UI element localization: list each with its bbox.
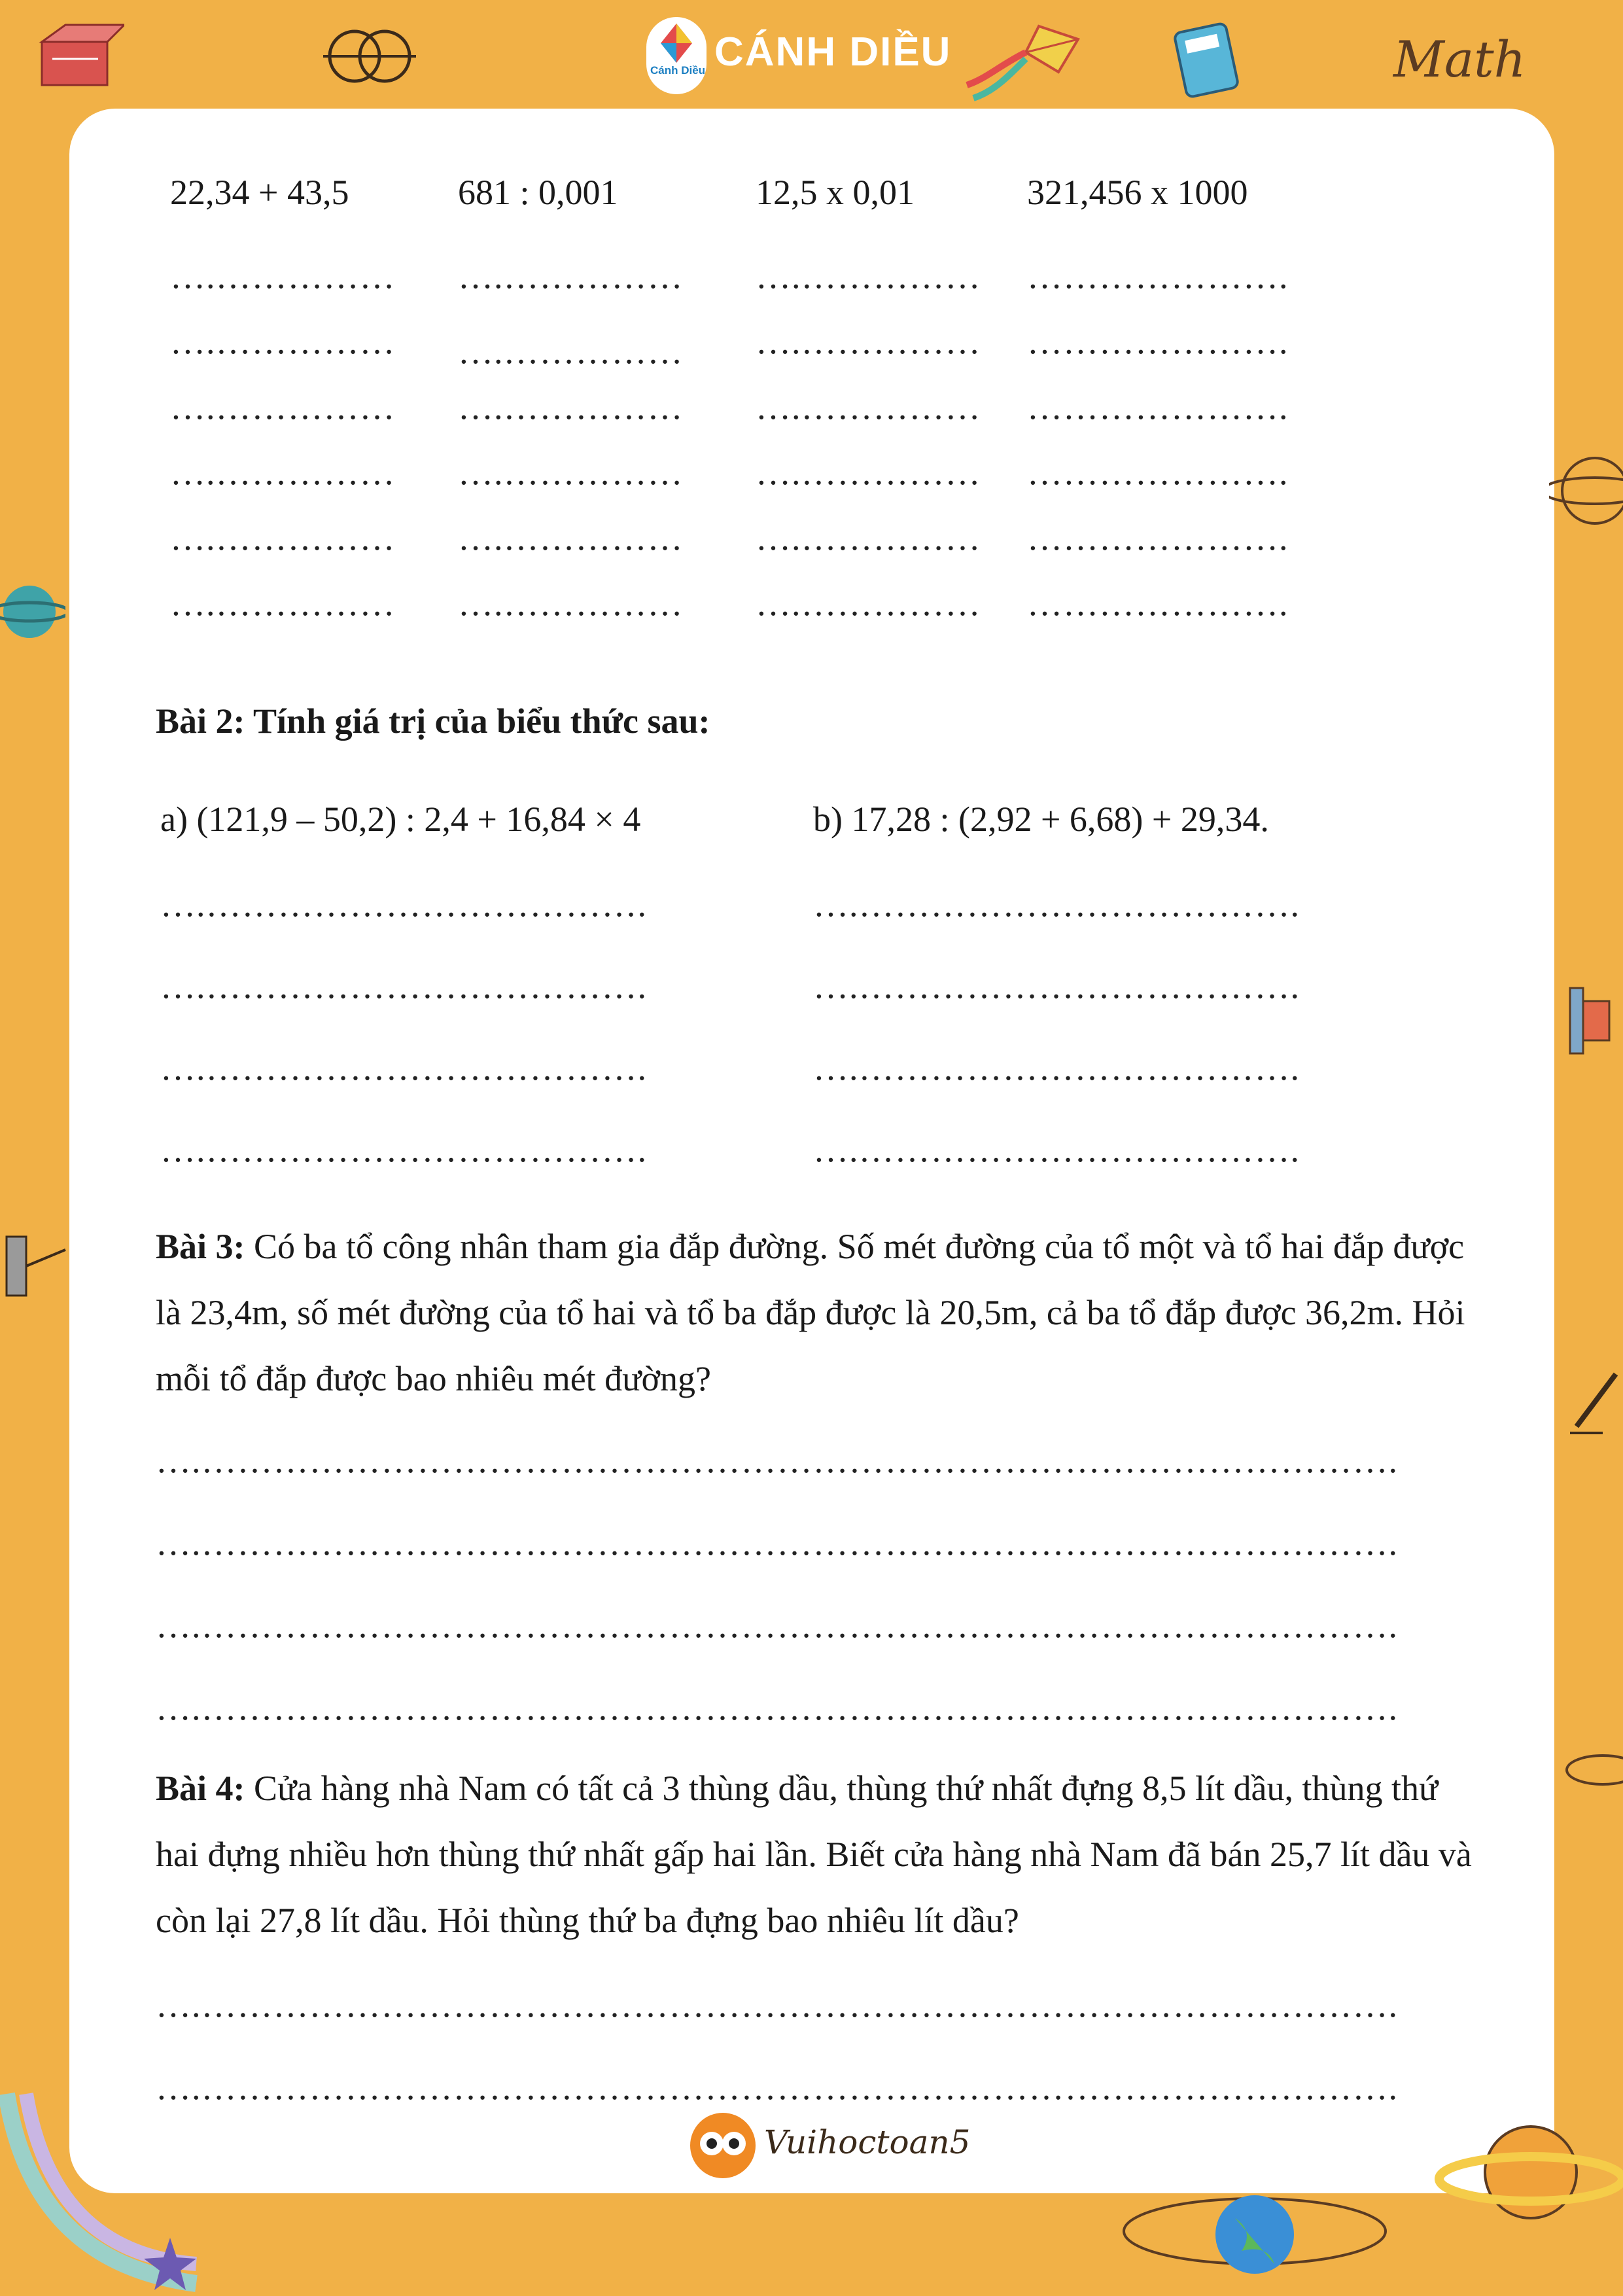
owl-logo-icon xyxy=(690,2113,756,2178)
calc-4: 321,456 x 1000 xyxy=(1027,173,1248,212)
answer-dots: …………………. xyxy=(1027,453,1289,492)
answer-dots: ….………………………………………………………………………………………. xyxy=(156,1688,1398,1727)
answer-dots: ….…………… xyxy=(756,322,981,361)
answer-dots: ….…………… xyxy=(458,518,684,557)
space-satellite-icon xyxy=(5,1235,66,1297)
answer-dots: ….………………………………. xyxy=(160,966,647,1006)
answer-dots: ….………………………………………………………………………………………. xyxy=(156,1985,1398,2024)
answer-dots: ….…………… xyxy=(170,453,396,492)
answer-dots: ….…………… xyxy=(170,584,396,623)
math-label: Math xyxy=(1393,30,1526,88)
exercise-3-text: Có ba tổ công nhân tham gia đắp đường. S… xyxy=(156,1227,1465,1398)
brand-logo-text: Cánh Diều xyxy=(650,64,706,77)
saturn-icon xyxy=(1435,2125,1623,2219)
answer-dots: ….…………… xyxy=(756,518,981,557)
answer-dots: ….…………… xyxy=(458,584,684,623)
answer-dots: ….…………… xyxy=(170,256,396,296)
planet-icon xyxy=(0,586,65,638)
exercise-4-label: Bài 4: xyxy=(156,1769,245,1808)
exercise-4-text: Cửa hàng nhà Nam có tất cả 3 thùng dầu, … xyxy=(156,1769,1472,1940)
exercise-3: Bài 3: Có ba tổ công nhân tham gia đắp đ… xyxy=(156,1214,1477,1412)
calc-2: 681 : 0,001 xyxy=(458,173,618,212)
answer-dots: ….………………………………………………………………………………………. xyxy=(156,1441,1398,1480)
calc-3: 12,5 x 0,01 xyxy=(756,173,915,212)
answer-dots: ….…………… xyxy=(170,322,396,361)
answer-dots: …………………. xyxy=(1027,518,1289,557)
answer-dots: ….…………… xyxy=(756,256,981,296)
answer-dots: ….…………… xyxy=(458,332,684,371)
answer-dots: …………………. xyxy=(1027,584,1289,623)
answer-dots: ….…………… xyxy=(756,584,981,623)
ruler-block-icon xyxy=(39,24,124,86)
answer-dots: ….………………………………. xyxy=(160,1130,647,1169)
expression-b: b) 17,28 : (2,92 + 6,68) + 29,34. xyxy=(813,800,1269,839)
answer-dots: ….………………………………………………………………………………………. xyxy=(156,2068,1398,2107)
answer-dots: ….…………… xyxy=(170,387,396,427)
answer-dots: …………………. xyxy=(1027,256,1289,296)
answer-dots: ….…………… xyxy=(458,387,684,427)
brand-logo: Cánh Diều xyxy=(646,17,707,94)
answer-dots: ….…………… xyxy=(756,387,981,427)
exercise-4: Bài 4: Cửa hàng nhà Nam có tất cả 3 thùn… xyxy=(156,1756,1477,1954)
answer-dots: ….…………… xyxy=(458,256,684,296)
footer-brand: Vuihoctoan5 xyxy=(764,2123,971,2161)
answer-dots: ….………………………………. xyxy=(813,966,1300,1006)
expression-a: a) (121,9 – 50,2) : 2,4 + 16,84 × 4 xyxy=(160,800,641,839)
orbit-sketch-icon xyxy=(1565,1754,1623,1786)
answer-dots: ….………………………………………………………………………………………. xyxy=(156,1523,1398,1563)
answer-dots: ….…………… xyxy=(170,518,396,557)
answer-dots: …………………. xyxy=(1027,322,1289,361)
exercise-3-label: Bài 3: xyxy=(156,1227,245,1266)
saturn-sketch-icon xyxy=(1549,457,1623,525)
kite-icon xyxy=(966,24,1080,101)
answer-dots: ….………………………………. xyxy=(160,1048,647,1087)
satellite-icon xyxy=(1569,987,1611,1055)
brand-name: CÁNH DIỀU xyxy=(714,29,952,75)
calc-1: 22,34 + 43,5 xyxy=(170,173,349,212)
answer-dots: ….………………………………. xyxy=(160,885,647,924)
answer-dots: ….………………………………. xyxy=(813,1130,1300,1169)
rainbow-comet-icon xyxy=(0,2092,198,2292)
calculator-icon xyxy=(1174,22,1239,98)
answer-dots: ….………………………………. xyxy=(813,885,1300,924)
pencil-icon xyxy=(1570,1372,1618,1434)
answer-dots: ….………………………………. xyxy=(813,1048,1300,1087)
answer-dots: ….………………………………………………………………………………………. xyxy=(156,1606,1398,1645)
answer-dots: ….…………… xyxy=(458,453,684,492)
exercise-2-title: Bài 2: Tính giá trị của biểu thức sau: xyxy=(156,701,710,741)
globe-orbit-icon xyxy=(1123,2195,1387,2274)
answer-dots: ….…………… xyxy=(756,453,981,492)
venn-diagram-icon xyxy=(323,29,416,83)
answer-dots: …………………. xyxy=(1027,387,1289,427)
